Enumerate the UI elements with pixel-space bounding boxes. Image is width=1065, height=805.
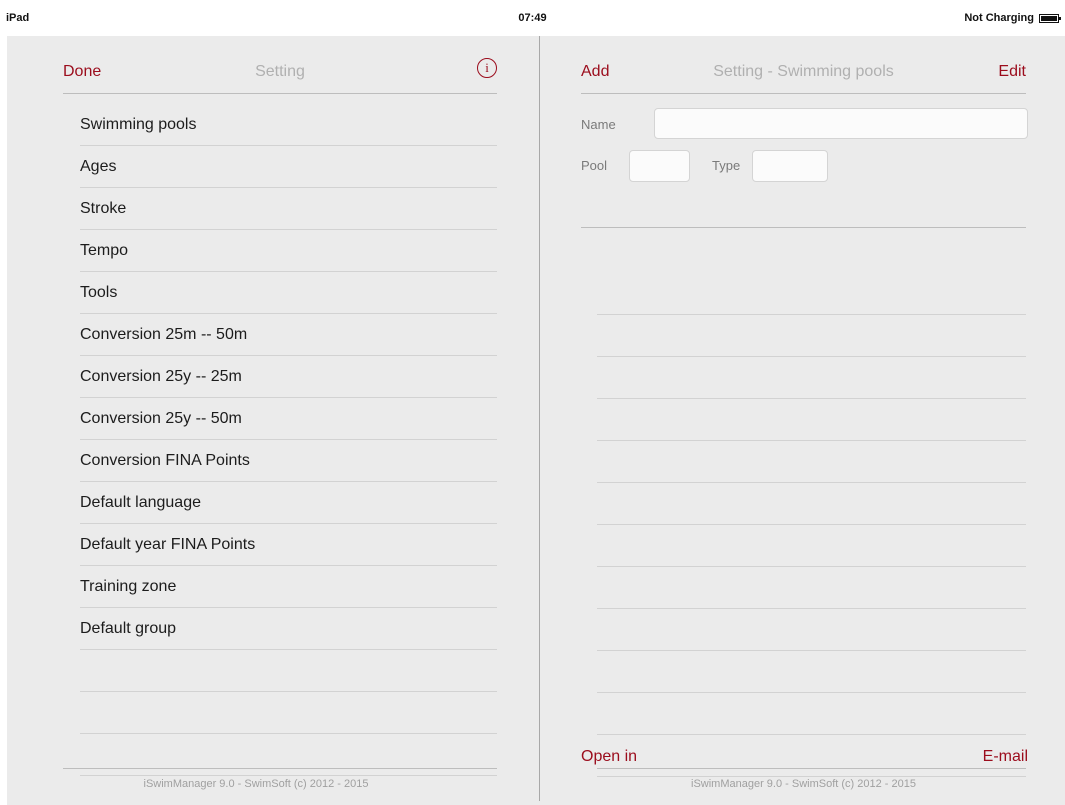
footer-separator xyxy=(63,768,497,769)
empty-row xyxy=(597,399,1026,441)
menu-item-default-group[interactable]: Default group xyxy=(80,608,497,650)
settings-menu: Swimming pools Ages Stroke Tempo Tools C… xyxy=(80,104,497,776)
empty-row xyxy=(80,650,497,692)
menu-item-conversion-25m-50m[interactable]: Conversion 25m -- 50m xyxy=(80,314,497,356)
empty-row xyxy=(597,651,1026,693)
empty-row xyxy=(80,692,497,734)
battery-label: Not Charging xyxy=(964,12,1034,24)
menu-item-conversion-25y-25m[interactable]: Conversion 25y -- 25m xyxy=(80,356,497,398)
email-button[interactable]: E-mail xyxy=(983,748,1028,766)
type-field[interactable] xyxy=(752,150,828,182)
empty-row xyxy=(597,735,1026,777)
pools-list xyxy=(597,273,1026,777)
menu-item-stroke[interactable]: Stroke xyxy=(80,188,497,230)
empty-row xyxy=(597,693,1026,735)
battery-icon xyxy=(1039,13,1061,23)
open-in-button[interactable]: Open in xyxy=(581,748,637,766)
settings-title: Setting xyxy=(255,63,305,80)
edit-button[interactable]: Edit xyxy=(998,63,1026,81)
empty-row xyxy=(597,567,1026,609)
name-field[interactable] xyxy=(654,108,1028,139)
empty-row xyxy=(597,609,1026,651)
pools-nav-bar: Add Setting - Swimming pools Edit xyxy=(581,36,1026,94)
menu-item-conversion-fina-points[interactable]: Conversion FINA Points xyxy=(80,440,497,482)
app-screen: Done Setting i Swimming pools Ages Strok… xyxy=(7,36,1065,805)
menu-item-tools[interactable]: Tools xyxy=(80,272,497,314)
menu-item-default-year-fina-points[interactable]: Default year FINA Points xyxy=(80,524,497,566)
pool-field[interactable] xyxy=(629,150,690,182)
info-circle-icon[interactable]: i xyxy=(477,58,497,78)
settings-panel: Done Setting i Swimming pools Ages Strok… xyxy=(7,36,539,805)
pool-label: Pool xyxy=(581,158,608,173)
empty-row xyxy=(80,734,497,776)
status-bar: iPad 07:49 Not Charging xyxy=(0,0,1065,36)
menu-item-ages[interactable]: Ages xyxy=(80,146,497,188)
type-label: Type xyxy=(712,158,741,173)
empty-row xyxy=(597,441,1026,483)
menu-item-default-language[interactable]: Default language xyxy=(80,482,497,524)
app-footer: iSwimManager 9.0 - SwimSoft (c) 2012 - 2… xyxy=(691,778,916,790)
empty-row xyxy=(597,273,1026,315)
empty-row xyxy=(597,483,1026,525)
footer-separator xyxy=(597,768,1026,769)
app-footer: iSwimManager 9.0 - SwimSoft (c) 2012 - 2… xyxy=(143,778,369,790)
settings-nav-bar: Done Setting i xyxy=(63,36,497,94)
clock: 07:49 xyxy=(518,12,547,24)
menu-item-swimming-pools[interactable]: Swimming pools xyxy=(80,104,497,146)
menu-item-tempo[interactable]: Tempo xyxy=(80,230,497,272)
menu-item-training-zone[interactable]: Training zone xyxy=(80,566,497,608)
pools-title: Setting - Swimming pools xyxy=(713,63,894,80)
empty-row xyxy=(597,357,1026,399)
menu-item-conversion-25y-50m[interactable]: Conversion 25y -- 50m xyxy=(80,398,497,440)
battery-status: Not Charging xyxy=(964,12,1061,24)
name-label: Name xyxy=(581,117,616,132)
form-separator xyxy=(581,227,1026,228)
swimming-pools-panel: Add Setting - Swimming pools Edit Name P… xyxy=(540,36,1065,805)
empty-row xyxy=(597,525,1026,567)
empty-row xyxy=(597,315,1026,357)
